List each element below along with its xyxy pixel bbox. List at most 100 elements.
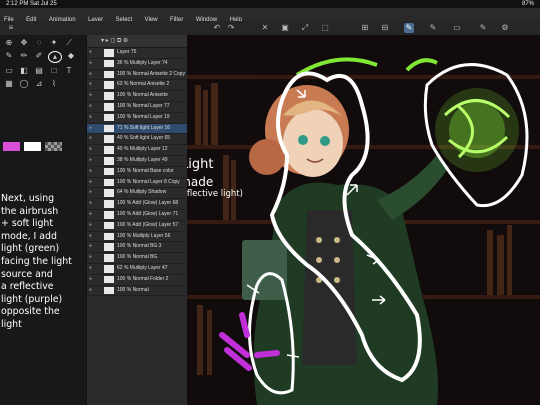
layer-panel-header: ▾ ▸ ◻ ⧉ ⊕ <box>87 35 187 48</box>
text-tool-icon[interactable]: T <box>63 66 75 76</box>
visibility-eye-icon[interactable]: ● <box>89 210 93 220</box>
layer-label: 100 % Normal Folder 2 <box>117 275 169 282</box>
layer-thumbnail <box>104 59 114 68</box>
visibility-eye-icon[interactable]: ● <box>89 59 93 69</box>
wand-icon[interactable]: ✦ <box>48 38 60 48</box>
visibility-eye-icon[interactable]: ● <box>89 48 93 58</box>
layer-row[interactable]: ● 71 % Soft light Layer 16 <box>87 123 187 135</box>
visibility-eye-icon[interactable]: ● <box>89 145 93 155</box>
layer-row[interactable]: ● 100 % Normal BG 3 <box>87 242 187 254</box>
transparent-swatch[interactable] <box>45 142 62 151</box>
visibility-eye-icon[interactable]: ● <box>89 178 93 188</box>
pen-tool-icon[interactable]: ✎ <box>3 51 15 61</box>
hair-bun <box>249 139 285 175</box>
layer-row[interactable]: ● 100 % Normal BG <box>87 253 187 264</box>
book <box>242 240 287 300</box>
visibility-eye-icon[interactable]: ● <box>89 167 93 177</box>
status-battery: 87% <box>521 1 534 7</box>
brush-tool-icon[interactable]: ✐ <box>33 51 45 61</box>
lasso-icon[interactable]: ◌ <box>33 38 45 48</box>
layer-row[interactable]: ● 100 % Add (Glow) Layer 57 <box>87 221 187 232</box>
clear-icon[interactable]: ✕ <box>260 23 270 33</box>
layer-row[interactable]: ● 100 % Normal Anisette <box>87 91 187 102</box>
zoom-icon[interactable]: ⊕ <box>3 38 15 48</box>
layer-row[interactable]: ● Layer 75 <box>87 48 187 59</box>
pencil-tool-icon[interactable]: ✏ <box>18 51 30 61</box>
layer-row[interactable]: ● 38 % Multiply Layer 49 <box>87 156 187 167</box>
layer-label: 100 % Normal Layer 8 Copy <box>117 178 180 185</box>
visibility-eye-icon[interactable]: ● <box>89 188 93 198</box>
figure-tool-icon[interactable]: □ <box>48 66 60 76</box>
ruler-icon[interactable]: ⊟ <box>380 23 390 33</box>
visibility-eye-icon[interactable]: ● <box>89 124 93 134</box>
layer-row[interactable]: ● 100 % Normal Folder 2 <box>87 275 187 286</box>
layer-label: 100 % Normal Anisette <box>117 92 168 99</box>
layer-row[interactable]: ● 62 % Multiply Layer 47 <box>87 264 187 275</box>
layer-row[interactable]: ● 100 % Add (Glow) Layer 68 <box>87 199 187 210</box>
ruler-tool-icon[interactable]: ⊿ <box>33 79 45 89</box>
eraser-icon[interactable]: ▭ <box>452 23 462 33</box>
layer-row[interactable]: ● 100 % Normal <box>87 286 187 297</box>
layer-row[interactable]: ● 100 % Normal Anisette 2 Copy <box>87 70 187 81</box>
correct-tool-icon[interactable]: ⌇ <box>48 79 60 89</box>
eyedropper-icon[interactable]: ⟋ <box>63 38 75 48</box>
layer-row[interactable]: ● 100 % Add (Glow) Layer 71 <box>87 210 187 221</box>
main-color-swatch[interactable] <box>3 142 20 151</box>
edit-icon[interactable]: ✎ <box>478 23 488 33</box>
fill-tool-icon[interactable]: ◧ <box>18 66 30 76</box>
pen-icon[interactable]: ✎ <box>404 23 414 33</box>
layer-row[interactable]: ● 100 % Normal Layer 19 <box>87 113 187 124</box>
transform-icon[interactable]: ⤢ <box>300 23 310 33</box>
layer-thumbnail <box>104 81 114 89</box>
visibility-eye-icon[interactable]: ● <box>89 275 93 285</box>
undo-icon[interactable]: ↶ <box>212 23 222 33</box>
layer-row[interactable]: ● 63 % Normal Anisette 2 <box>87 80 187 92</box>
visibility-eye-icon[interactable]: ● <box>89 264 93 274</box>
layer-row[interactable]: ● 64 % Multiply Shadow <box>87 188 187 200</box>
balloon-tool-icon[interactable]: ◯ <box>18 79 30 89</box>
visibility-eye-icon[interactable]: ● <box>89 80 93 90</box>
layer-row[interactable]: ● 100 % Multiply Layer 56 <box>87 232 187 243</box>
visibility-eye-icon[interactable]: ● <box>89 286 93 296</box>
visibility-eye-icon[interactable]: ● <box>89 91 93 101</box>
layer-row[interactable]: ● 100 % Normal Layer 8 Copy <box>87 178 187 189</box>
visibility-eye-icon[interactable]: ● <box>89 156 93 166</box>
settings-icon[interactable]: ⚙ <box>500 23 510 33</box>
brush-icon[interactable]: ✎ <box>428 23 438 33</box>
visibility-eye-icon[interactable]: ● <box>89 70 93 80</box>
layer-thumbnail <box>104 200 114 208</box>
face <box>283 109 343 177</box>
layer-row[interactable]: ● 100 % Normal Base color <box>87 167 187 178</box>
light-callout: Light <box>187 157 214 172</box>
visibility-eye-icon[interactable]: ● <box>89 232 93 242</box>
layer-row[interactable]: ● 36 % Multiply Layer 74 <box>87 59 187 70</box>
blend-tool-icon[interactable]: ◆ <box>65 51 77 61</box>
visibility-eye-icon[interactable]: ● <box>89 199 93 209</box>
eraser-tool-icon[interactable]: ▭ <box>3 66 15 76</box>
visibility-eye-icon[interactable]: ● <box>89 102 93 112</box>
visibility-eye-icon[interactable]: ● <box>89 134 93 144</box>
visibility-eye-icon[interactable]: ● <box>89 253 93 263</box>
layer-row[interactable]: ● 100 % Normal Layer 77 <box>87 102 187 113</box>
airbrush-tool-icon[interactable]: ▴ <box>48 51 62 63</box>
visibility-eye-icon[interactable]: ● <box>89 113 93 123</box>
fill-icon[interactable]: ▣ <box>280 23 290 33</box>
layer-row[interactable]: ● 40 % Multiply Layer 12 <box>87 145 187 156</box>
select-icon[interactable]: ⬚ <box>320 23 330 33</box>
layer-list: ● Layer 75 ● 36 % Multiply Layer 74 ● 100 % N… <box>87 48 187 297</box>
redo-icon[interactable]: ↷ <box>226 23 236 33</box>
layer-label: 40 % Soft light Layer 65 <box>117 135 171 142</box>
layer-thumbnail <box>104 167 114 176</box>
drawing-canvas[interactable]: Light shade (reflective light) <box>187 35 540 405</box>
snap-icon[interactable]: ⊞ <box>360 23 370 33</box>
sub-color-swatch[interactable] <box>24 142 41 151</box>
layer-row[interactable]: ● 40 % Soft light Layer 65 <box>87 134 187 146</box>
gradient-tool-icon[interactable]: ▤ <box>33 66 45 76</box>
layer-label: 100 % Normal Layer 77 <box>117 102 170 109</box>
hamburger-icon[interactable]: ≡ <box>6 23 16 33</box>
visibility-eye-icon[interactable]: ● <box>89 242 93 252</box>
tutorial-notes: Next, using the airbrush + soft light mo… <box>1 193 72 330</box>
frame-tool-icon[interactable]: ▦ <box>3 79 15 89</box>
visibility-eye-icon[interactable]: ● <box>89 221 93 231</box>
move-icon[interactable]: ✥ <box>18 38 30 48</box>
